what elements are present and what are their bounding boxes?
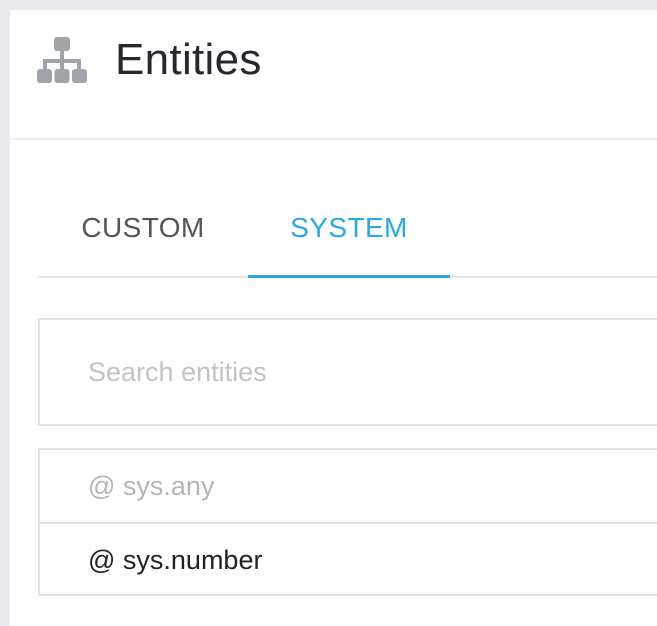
page-header: Entities: [10, 10, 657, 140]
tab-system[interactable]: SYSTEM: [248, 180, 450, 276]
search-input[interactable]: [88, 320, 648, 424]
entity-tabs: CUSTOM SYSTEM: [38, 180, 657, 278]
search-box: [38, 318, 657, 426]
active-tab-indicator: [248, 275, 450, 278]
entity-list: @ sys.any @ sys.number: [38, 448, 657, 596]
page-title: Entities: [115, 35, 262, 84]
entities-panel: Entities CUSTOM SYSTEM @ sys.any @ sys.n…: [10, 10, 657, 626]
sitemap-icon: [37, 37, 87, 83]
tab-custom[interactable]: CUSTOM: [38, 180, 248, 276]
entity-item-sys-any[interactable]: @ sys.any: [40, 450, 657, 522]
entity-item-sys-number[interactable]: @ sys.number: [40, 522, 657, 594]
